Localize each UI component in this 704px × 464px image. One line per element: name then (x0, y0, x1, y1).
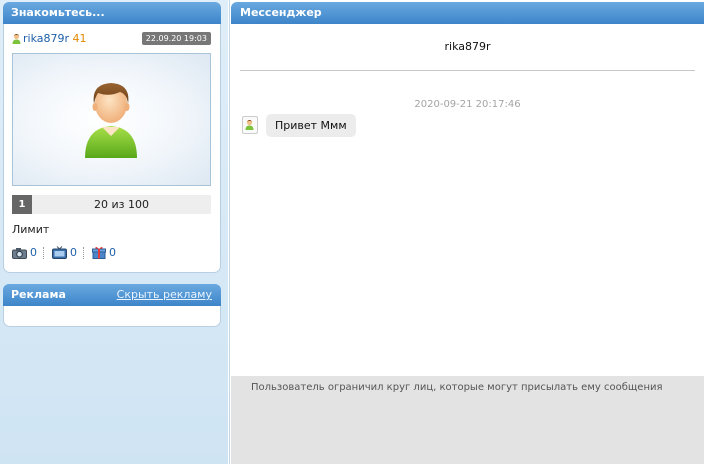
user-score: 41 (72, 32, 87, 45)
tv-icon (52, 246, 67, 259)
videos-count: 0 (70, 246, 77, 259)
sender-avatar[interactable] (242, 116, 258, 134)
meet-panel-body: rika879r 41 22.09.20 19:03 1 20 из 100 Л… (3, 24, 221, 273)
divider (240, 70, 695, 71)
message-bubble: Привет Ммм (266, 114, 356, 137)
messenger-title: Мессенджер (231, 2, 704, 24)
hide-ad-link[interactable]: Скрыть рекламу (117, 284, 212, 306)
ad-panel: Реклама Скрыть рекламу (3, 284, 221, 327)
user-icon (12, 33, 21, 44)
gallery-counter: 1 20 из 100 (12, 195, 211, 214)
gift-icon (92, 246, 106, 259)
photos-stat[interactable]: 0 (12, 246, 37, 259)
gifts-count: 0 (109, 246, 116, 259)
profile-photo[interactable] (12, 53, 211, 186)
gallery-counter-text: 20 из 100 (94, 198, 149, 211)
ad-panel-header: Реклама Скрыть рекламу (3, 284, 221, 306)
photos-count: 0 (30, 246, 37, 259)
messenger-panel: Мессенджер rika879r 2020-09-21 20:17:46 … (229, 0, 704, 464)
restriction-notice-text: Пользователь ограничил круг лиц, которые… (251, 382, 663, 393)
recipient-name[interactable]: rika879r (240, 40, 695, 53)
user-line: rika879r 41 (12, 32, 87, 45)
stat-divider (43, 246, 45, 259)
ad-panel-title: Реклама (11, 288, 66, 301)
user-icon (245, 119, 254, 130)
ad-panel-body (3, 306, 221, 327)
user-avatar-icon (85, 83, 137, 158)
gifts-stat[interactable]: 0 (92, 246, 116, 259)
stat-divider (83, 246, 85, 259)
limit-label: Лимит (12, 223, 50, 236)
meet-panel-title: Знакомьтесь... (3, 2, 221, 24)
videos-stat[interactable]: 0 (52, 246, 77, 259)
username-link[interactable]: rika879r (23, 32, 69, 45)
date-badge: 22.09.20 19:03 (141, 32, 211, 45)
left-sidebar: Знакомьтесь... rika879r 41 22.09.20 19:0… (0, 0, 228, 464)
meet-panel: Знакомьтесь... rika879r 41 22.09.20 19:0… (3, 2, 221, 273)
restriction-notice: Пользователь ограничил круг лиц, которые… (231, 376, 704, 464)
message-timestamp: 2020-09-21 20:17:46 (414, 99, 521, 110)
gallery-page-number[interactable]: 1 (12, 195, 32, 214)
profile-stats: 0 0 0 (12, 246, 116, 259)
camera-icon (12, 247, 27, 259)
